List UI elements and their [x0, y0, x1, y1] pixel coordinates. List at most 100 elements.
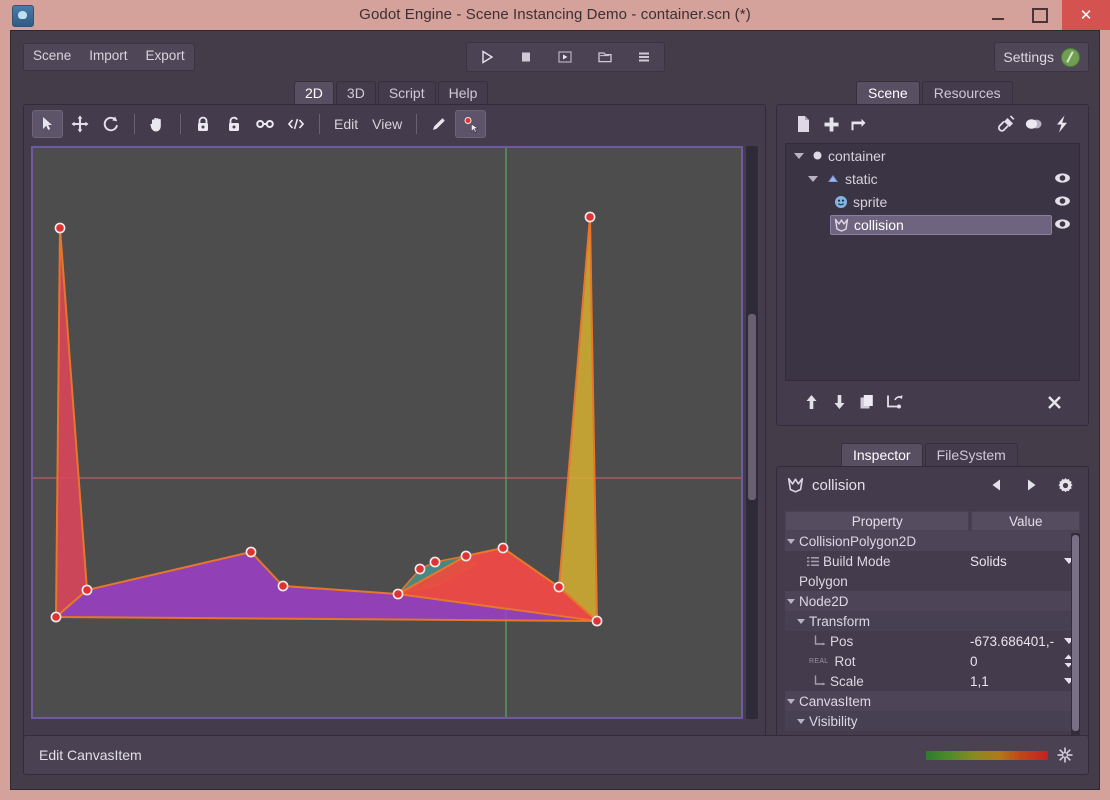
delete-node-button[interactable] [1040, 389, 1068, 415]
column-header-property[interactable]: Property [785, 511, 970, 531]
chevron-down-icon[interactable] [787, 538, 795, 544]
inspector-scroll-thumb[interactable] [1072, 535, 1079, 731]
inspector-rot-value[interactable]: 0 [970, 651, 1078, 671]
rotate-tool[interactable] [96, 111, 125, 137]
lock-button[interactable] [188, 111, 217, 137]
inspector-row-label: Transform [809, 613, 871, 629]
polygon-right-yellow-spike [557, 216, 599, 624]
memory-usage-bar [926, 750, 1048, 760]
tab-filesystem[interactable]: FileSystem [924, 443, 1018, 467]
inspector-subcategory-row[interactable]: Visibility [785, 711, 1080, 731]
prev-object-button[interactable] [984, 473, 1010, 497]
main-editor-tabs: 2D 3D Script Help [294, 81, 490, 105]
tree-item-container[interactable]: container [786, 144, 1079, 167]
stop-button[interactable] [513, 46, 539, 68]
2d-canvas[interactable] [31, 146, 743, 719]
select-tool[interactable] [32, 110, 63, 138]
play-custom-scene-button[interactable] [592, 46, 618, 68]
menu-export[interactable]: Export [137, 44, 194, 70]
tab-resources[interactable]: Resources [921, 81, 1013, 105]
tab-3d[interactable]: 3D [335, 81, 376, 105]
scene-tree[interactable]: container static sprite collision [785, 143, 1080, 381]
visibility-toggle-icon[interactable] [1054, 217, 1071, 232]
inspector-category-row[interactable]: CollisionPolygon2D [785, 531, 1080, 551]
inspector-column-headers: Property Value [785, 511, 1080, 531]
chevron-down-icon[interactable] [787, 698, 795, 704]
point-edit-button[interactable] [455, 110, 487, 138]
application-window: Godot Engine - Scene Instancing Demo - c… [0, 0, 1110, 800]
inspector-property-row-build-mode[interactable]: Build Mode Solids [785, 551, 1080, 571]
menu-scene[interactable]: Scene [24, 44, 80, 70]
instance-scene-button[interactable] [845, 111, 873, 137]
status-bar: Edit CanvasItem [23, 735, 1089, 775]
window-title: Godot Engine - Scene Instancing Demo - c… [359, 6, 751, 23]
tab-script[interactable]: Script [377, 81, 436, 105]
inspector-scrollbar[interactable] [1071, 533, 1080, 757]
groups-button[interactable] [1020, 111, 1048, 137]
collision-polygon-icon [834, 218, 849, 232]
maximize-button[interactable] [1018, 0, 1062, 30]
tab-inspector[interactable]: Inspector [841, 443, 923, 467]
menu-import[interactable]: Import [80, 44, 136, 70]
inspector-category-row[interactable]: Node2D [785, 591, 1080, 611]
viewport-v-scroll-thumb[interactable] [748, 314, 756, 500]
add-node-button[interactable] [817, 111, 845, 137]
move-node-up-button[interactable] [797, 389, 825, 415]
star-burst-icon[interactable] [1056, 746, 1074, 764]
inspector-row-label: Pos [830, 633, 854, 649]
play-scene-button[interactable] [552, 46, 578, 68]
inspector-pos-value[interactable]: -673.686401,- [970, 631, 1078, 651]
column-header-value[interactable]: Value [971, 511, 1080, 531]
chevron-down-icon[interactable] [787, 598, 795, 604]
tab-scene[interactable]: Scene [856, 81, 920, 105]
unlock-button[interactable] [219, 111, 248, 137]
vertex-handle [460, 550, 472, 562]
inspector-scale-value[interactable]: 1,1 [970, 671, 1078, 691]
connect-signal-button[interactable] [992, 111, 1020, 137]
inspector-subcategory-row[interactable]: Transform [785, 611, 1080, 631]
ungroup-button[interactable] [281, 111, 310, 137]
list-icon [639, 52, 650, 62]
tree-item-static[interactable]: static [786, 167, 1079, 190]
pan-tool[interactable] [142, 111, 171, 137]
chevron-down-icon[interactable] [797, 718, 805, 724]
minimize-button[interactable] [976, 0, 1020, 30]
chevron-down-icon[interactable] [794, 152, 804, 159]
script-button[interactable] [1048, 111, 1076, 137]
duplicate-node-button[interactable] [853, 389, 881, 415]
viewport-menu-view[interactable]: View [365, 116, 409, 132]
inspector-property-row-pos[interactable]: Pos -673.686401,- [785, 631, 1080, 651]
inspector-property-row-polygon[interactable]: Polygon [785, 571, 1080, 591]
visibility-toggle-icon[interactable] [1054, 171, 1071, 186]
inspector-dock: collision Property Value CollisionPolygo… [776, 466, 1089, 764]
inspector-build-mode-dropdown[interactable]: Solids [970, 551, 1078, 571]
move-node-down-button[interactable] [825, 389, 853, 415]
play-controls-bar [466, 42, 665, 72]
tree-item-sprite[interactable]: sprite [786, 190, 1079, 213]
rotate-icon [103, 116, 118, 132]
play-icon [481, 50, 494, 64]
scene-list-button[interactable] [631, 46, 657, 68]
tab-2d[interactable]: 2D [294, 81, 334, 105]
inspector-property-row-rot[interactable]: REAL Rot 0 [785, 651, 1080, 671]
reparent-node-button[interactable] [881, 389, 909, 415]
viewport-menu-edit[interactable]: Edit [327, 116, 365, 132]
object-options-button[interactable] [1052, 473, 1078, 497]
play-button[interactable] [474, 46, 500, 68]
settings-button[interactable]: Settings [994, 42, 1089, 72]
close-button[interactable]: ✕ [1062, 0, 1110, 30]
next-object-button[interactable] [1018, 473, 1044, 497]
folder-icon [598, 52, 612, 63]
tab-help[interactable]: Help [437, 81, 489, 105]
move-tool[interactable] [65, 111, 94, 137]
visibility-toggle-icon[interactable] [1054, 194, 1071, 209]
edit-pencil-button[interactable] [424, 111, 453, 137]
inspector-category-row[interactable]: CanvasItem [785, 691, 1080, 711]
new-scene-button[interactable] [789, 111, 817, 137]
chevron-down-icon[interactable] [797, 618, 805, 624]
tree-item-collision[interactable]: collision [786, 213, 1079, 236]
group-button[interactable] [250, 111, 279, 137]
viewport-v-scrollbar[interactable] [746, 146, 758, 719]
inspector-property-row-scale[interactable]: Scale 1,1 [785, 671, 1080, 691]
chevron-down-icon[interactable] [808, 175, 818, 182]
